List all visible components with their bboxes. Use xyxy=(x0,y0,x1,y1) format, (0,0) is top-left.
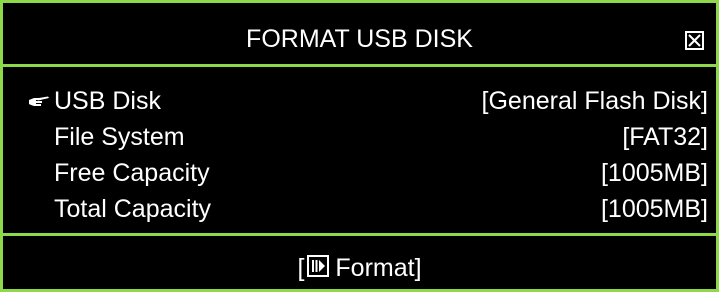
close-icon xyxy=(688,34,701,47)
row-value: [General Flash Disk] xyxy=(481,87,708,115)
row-file-system[interactable]: File System [FAT32] xyxy=(3,121,716,153)
row-value: [1005MB] xyxy=(600,159,708,187)
row-label: Total Capacity xyxy=(54,195,212,223)
row-label: Free Capacity xyxy=(54,159,210,187)
row-label: File System xyxy=(54,123,185,151)
row-free-capacity[interactable]: Free Capacity [1005MB] xyxy=(3,157,716,189)
format-button[interactable]: [ Format] xyxy=(3,253,716,282)
pointing-hand-icon xyxy=(29,96,49,106)
close-button[interactable] xyxy=(685,31,704,50)
format-button-label: Format] xyxy=(335,254,422,283)
row-value: [FAT32] xyxy=(622,123,708,151)
format-button-bracket: [ xyxy=(297,254,305,283)
row-total-capacity[interactable]: Total Capacity [1005MB] xyxy=(3,193,716,225)
play-pause-key-icon xyxy=(307,255,330,278)
dialog-title: FORMAT USB DISK xyxy=(246,25,473,53)
disk-info-list: USB Disk [General Flash Disk] File Syste… xyxy=(3,67,716,234)
row-label: USB Disk xyxy=(54,87,161,115)
row-usb-disk[interactable]: USB Disk [General Flash Disk] xyxy=(3,85,716,117)
dialog-titlebar: FORMAT USB DISK xyxy=(3,3,716,67)
format-usb-dialog: FORMAT USB DISK USB Disk [General Flash … xyxy=(0,0,719,292)
row-value: [1005MB] xyxy=(600,195,708,223)
dialog-footer: [ Format] xyxy=(3,233,716,289)
